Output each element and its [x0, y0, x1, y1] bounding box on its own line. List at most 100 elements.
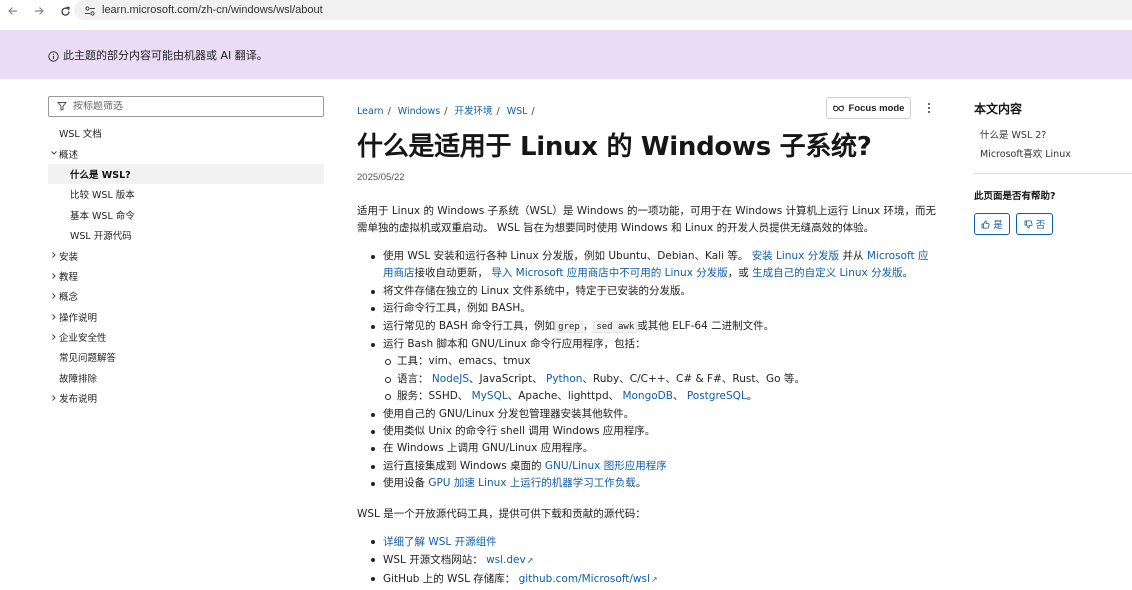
yes-label: 是: [993, 220, 1003, 231]
toc-item-troubleshooting[interactable]: 故障排除: [48, 368, 324, 388]
thumbs-down-icon: [1024, 220, 1033, 228]
list-item: 运行命令行工具，例如 BASH。: [357, 300, 937, 317]
banner-text: 此主题的部分内容可能由机器或 AI 翻译。: [63, 48, 268, 62]
open-source-link[interactable]: 详细了解 WSL 开源组件: [383, 536, 497, 548]
breadcrumb-learn[interactable]: Learn: [357, 106, 384, 117]
chevron-right-icon: [50, 272, 58, 280]
toc-item-open-source[interactable]: WSL 开源代码: [48, 225, 324, 245]
toc-item-compare-versions[interactable]: 比较 WSL 版本: [48, 184, 324, 204]
open-source-paragraph: WSL 是一个开放源代码工具，提供可供下载和贡献的源代码：: [357, 508, 646, 520]
list-item: 使用设备 GPU 加速 Linux 上运行的机器学习工作负载。: [357, 475, 937, 492]
sub-list-item: 语言： NodeJS、JavaScript、 Python、Ruby、C/C++…: [357, 371, 937, 388]
chevron-right-icon: [50, 292, 58, 300]
toc-item-tutorials[interactable]: 教程: [48, 266, 324, 286]
breadcrumb-windows[interactable]: Windows: [398, 106, 440, 117]
in-this-article-heading: 本文内容: [974, 102, 1023, 116]
toc-filter[interactable]: [48, 96, 324, 117]
gpu-link[interactable]: GPU 加速 Linux 上运行的机器学习工作负载: [428, 477, 635, 489]
install-distro-link[interactable]: 安装 Linux 分发版: [752, 250, 839, 262]
chevron-right-icon: [50, 313, 58, 321]
list-item: WSL 开源文档网站： wsl.dev↗: [357, 551, 937, 570]
toc-item-label: 安装: [59, 251, 79, 263]
translation-banner: 此主题的部分内容可能由机器或 AI 翻译。: [0, 30, 1132, 79]
toc-item-faq[interactable]: 常见问题解答: [48, 347, 324, 367]
open-source-list: 详细了解 WSL 开源组件 WSL 开源文档网站： wsl.dev↗ GitHu…: [357, 533, 937, 589]
chevron-down-icon: [50, 149, 58, 157]
gui-apps-link[interactable]: GNU/Linux 图形应用程序: [545, 460, 667, 472]
no-button[interactable]: 否: [1016, 213, 1053, 235]
list-item: 使用类似 Unix 的命令行 shell 调用 Windows 应用程序。: [357, 423, 937, 440]
toc-item-enterprise-security[interactable]: 企业安全性: [48, 327, 324, 347]
article-date: 2025/05/22: [357, 172, 405, 183]
chevron-right-icon: [50, 394, 58, 402]
filter-icon: [56, 98, 68, 116]
list-item: 使用自己的 GNU/Linux 分发包管理器安装其他软件。: [357, 406, 937, 423]
more-options-icon[interactable]: [923, 100, 935, 116]
toc-item-basic-commands[interactable]: 基本 WSL 命令: [48, 205, 324, 225]
mongodb-link[interactable]: MongoDB: [622, 390, 673, 402]
toc-item-label: 教程: [59, 271, 79, 283]
sub-list-item: 服务：SSHD、 MySQL、Apache、lighttpd、 MongoDB、…: [357, 388, 937, 405]
external-link-icon: ↗: [650, 575, 658, 584]
nodejs-link[interactable]: NodeJS: [432, 373, 469, 385]
list-item: 运行常见的 BASH 命令行工具，例如 grep， sed awk 或其他 ELF-6…: [357, 318, 937, 336]
info-icon: [48, 49, 59, 62]
toc-item-label: 什么是 WSL?: [70, 169, 131, 181]
postgresql-link[interactable]: PostgreSQL: [687, 390, 747, 402]
toc-item-overview[interactable]: 概述: [48, 143, 324, 163]
intro-paragraph: 适用于 Linux 的 Windows 子系统（WSL）是 Windows 的一…: [357, 205, 936, 234]
table-of-contents: WSL 文档 概述 什么是 WSL? 比较 WSL 版本 基本 WSL 命令 W…: [48, 123, 324, 408]
python-link[interactable]: Python: [546, 373, 582, 385]
toc-item-label: 故障排除: [59, 373, 98, 385]
toc-item-what-is-wsl[interactable]: 什么是 WSL?: [48, 163, 324, 185]
chevron-right-icon: [50, 251, 58, 259]
external-link-icon: ↗: [526, 556, 534, 565]
focus-mode-label: Focus mode: [848, 102, 905, 114]
import-distro-link[interactable]: 导入 Microsoft 应用商店中不可用的 Linux 分发版: [491, 267, 727, 279]
breadcrumb-dev-env[interactable]: 开发环境: [454, 106, 492, 117]
yes-button[interactable]: 是: [974, 213, 1010, 235]
toc-item-label: 概念: [59, 292, 79, 304]
code-grep: grep: [555, 320, 583, 333]
toc-item-how-to[interactable]: 操作说明: [48, 307, 324, 327]
list-item: 将文件存储在独立的 Linux 文件系统中，特定于已安装的分发版。: [357, 283, 937, 300]
feature-list: 使用 WSL 安装和运行各种 Linux 分发版，例如 Ubuntu、Debia…: [357, 248, 937, 493]
list-item: GitHub 上的 WSL 存储库： github.com/Microsoft/…: [357, 570, 937, 589]
list-item: 详细了解 WSL 开源组件: [357, 533, 937, 551]
helpful-question: 此页面是否有帮助?: [974, 191, 1056, 202]
toc-link-wsl2[interactable]: 什么是 WSL 2?: [980, 127, 1046, 141]
no-label: 否: [1035, 220, 1046, 231]
breadcrumb-wsl[interactable]: WSL: [507, 106, 528, 117]
right-rail: 本文内容 什么是 WSL 2? Microsoft喜欢 Linux 此页面是否有…: [974, 100, 1132, 235]
list-item: 运行 Bash 脚本和 GNU/Linux 命令行应用程序，包括：: [357, 336, 937, 353]
list-item: 使用 WSL 安装和运行各种 Linux 分发版，例如 Ubuntu、Debia…: [357, 248, 937, 283]
divider: [974, 173, 1132, 174]
toc-item-install[interactable]: 安装: [48, 245, 324, 265]
forward-icon[interactable]: [26, 2, 52, 20]
toc-link-ms-loves-linux[interactable]: Microsoft喜欢 Linux: [980, 146, 1071, 160]
address-bar[interactable]: learn.microsoft.com/zh-cn/windows/wsl/ab…: [74, 0, 1132, 20]
toc-item-label: 操作说明: [59, 312, 98, 324]
toc-item-release-notes[interactable]: 发布说明: [48, 388, 324, 408]
toc-filter-input[interactable]: [73, 101, 303, 112]
custom-distro-link[interactable]: 生成自己的自定义 Linux 分发版: [752, 267, 902, 279]
toc-item-label: WSL 文档: [59, 129, 102, 141]
breadcrumb: Learn / Windows / 开发环境 / WSL /: [357, 106, 535, 117]
site-settings-icon[interactable]: [84, 4, 96, 22]
toc-item-label: 基本 WSL 命令: [70, 210, 135, 222]
wsl-dev-link[interactable]: wsl.dev: [486, 554, 526, 566]
github-link[interactable]: github.com/Microsoft/wsl: [519, 573, 650, 585]
focus-mode-button[interactable]: Focus mode: [826, 97, 911, 119]
back-icon[interactable]: [0, 2, 26, 20]
browser-toolbar: learn.microsoft.com/zh-cn/windows/wsl/ab…: [0, 0, 1132, 22]
toc-item-label: WSL 开源代码: [70, 231, 132, 243]
toc-item-label: 常见问题解答: [59, 353, 117, 365]
url-text: learn.microsoft.com/zh-cn/windows/wsl/ab…: [102, 4, 323, 16]
list-item: 运行直接集成到 Windows 桌面的 GNU/Linux 图形应用程序: [357, 458, 937, 475]
mysql-link[interactable]: MySQL: [472, 390, 508, 402]
toc-item-label: 概述: [59, 149, 79, 161]
sub-list-item: 工具：vim、emacs、tmux: [357, 353, 937, 370]
toc-item-wsl-docs[interactable]: WSL 文档: [48, 123, 324, 143]
toc-item-concepts[interactable]: 概念: [48, 286, 324, 306]
toc-item-label: 发布说明: [59, 394, 98, 406]
